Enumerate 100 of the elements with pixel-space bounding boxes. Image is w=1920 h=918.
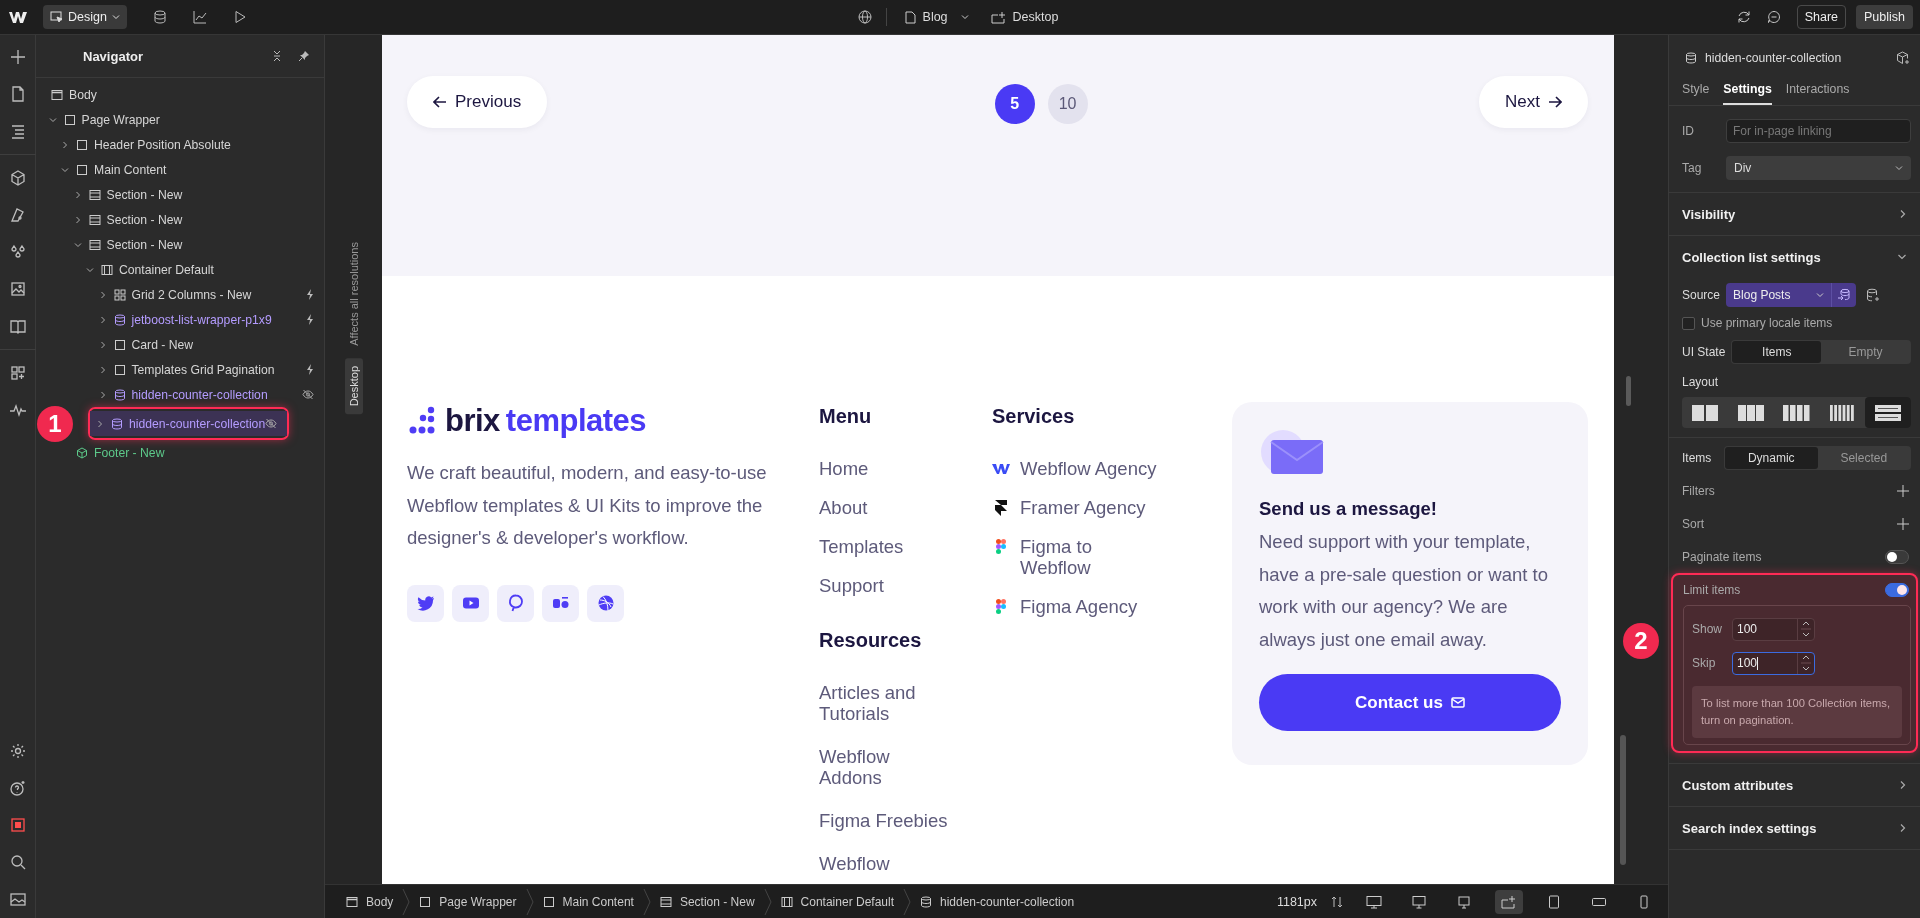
- show-field[interactable]: 100: [1732, 617, 1815, 641]
- chevron-right-icon[interactable]: [1899, 209, 1907, 219]
- footer-link[interactable]: Figma Agency: [1020, 596, 1165, 617]
- page-number[interactable]: 5: [994, 84, 1035, 124]
- breadcrumb[interactable]: Page Wrapper: [410, 894, 526, 909]
- social-link[interactable]: [497, 584, 534, 622]
- database-add-icon[interactable]: [1866, 287, 1881, 302]
- chevron-right-icon[interactable]: [61, 140, 69, 149]
- play-icon[interactable]: [232, 10, 247, 24]
- database-icon[interactable]: [152, 10, 167, 24]
- chevron-right-icon[interactable]: [98, 340, 107, 349]
- footer-link[interactable]: Home: [819, 458, 869, 479]
- navigator-item[interactable]: Page Wrapper: [42, 107, 324, 132]
- navigator-item[interactable]: jetboost-list-wrapper-p1x9: [92, 307, 324, 332]
- navigator-item[interactable]: Grid 2 Columns - New: [92, 282, 324, 307]
- segment-option[interactable]: Items: [1732, 340, 1822, 363]
- id-field[interactable]: For in-page linking: [1726, 118, 1911, 143]
- help-icon[interactable]: [8, 779, 27, 797]
- comment-icon[interactable]: [1766, 10, 1781, 24]
- navigator-item[interactable]: Templates Grid Pagination: [92, 357, 324, 382]
- chevron-right-icon[interactable]: [1899, 823, 1907, 833]
- navigator-item[interactable]: Card - New: [92, 332, 324, 357]
- add-icon[interactable]: [1897, 484, 1909, 497]
- navigator-item[interactable]: Header Position Absolute: [55, 132, 324, 157]
- stop-icon[interactable]: [8, 816, 27, 834]
- book-icon[interactable]: [8, 317, 27, 335]
- breadcrumb[interactable]: Container Default: [771, 894, 903, 909]
- chart-icon[interactable]: [192, 10, 207, 24]
- navigator-item[interactable]: Footer - New: [55, 440, 324, 465]
- footer-link[interactable]: Figma to Webflow: [1020, 536, 1165, 578]
- chevron-right-icon[interactable]: [96, 419, 104, 428]
- chevron-right-icon[interactable]: [1899, 780, 1907, 790]
- breadcrumb[interactable]: Body: [337, 894, 403, 909]
- chevron-down-icon[interactable]: [1897, 253, 1907, 261]
- navigator-item[interactable]: Section - New: [67, 207, 324, 232]
- footer-link[interactable]: Figma Freebies: [819, 810, 955, 831]
- next-button[interactable]: Next: [1479, 76, 1588, 128]
- chevron-down-icon[interactable]: [61, 165, 69, 174]
- resize-icon[interactable]: [1331, 895, 1343, 908]
- drops-icon[interactable]: [8, 243, 27, 261]
- section-header[interactable]: Collection list settings: [1669, 236, 1920, 278]
- panel-tab[interactable]: Style: [1682, 75, 1710, 105]
- mode-dropdown[interactable]: Design: [43, 5, 127, 29]
- share-button[interactable]: Share: [1796, 5, 1846, 29]
- page-selector[interactable]: Blog: [900, 10, 973, 24]
- navigator-item[interactable]: Section - New: [67, 232, 324, 257]
- footer-link[interactable]: Support: [819, 575, 884, 596]
- chevron-right-icon[interactable]: [98, 315, 107, 324]
- footer-link[interactable]: Framer Agency: [1020, 497, 1165, 518]
- cube-icon[interactable]: [1896, 51, 1910, 65]
- resize-handle[interactable]: [1626, 376, 1631, 406]
- chevron-down-icon[interactable]: [73, 240, 82, 249]
- search-icon[interactable]: [8, 853, 27, 871]
- chevron-right-icon[interactable]: [73, 190, 82, 199]
- image-icon[interactable]: [8, 280, 27, 298]
- layout-option[interactable]: [1865, 397, 1911, 428]
- panel-tab[interactable]: Interactions: [1785, 75, 1850, 105]
- page-number[interactable]: 10: [1047, 84, 1088, 124]
- navigator-item[interactable]: Main Content: [55, 157, 324, 182]
- logo-icon[interactable]: [9, 11, 27, 23]
- breakpoint-button[interactable]: [1495, 889, 1523, 914]
- segment-option[interactable]: Dynamic: [1725, 446, 1818, 469]
- collapse-icon[interactable]: [272, 50, 282, 62]
- footer-link[interactable]: Articles and Tutorials: [819, 682, 955, 724]
- contact-button[interactable]: Contact us: [1259, 674, 1561, 731]
- social-link[interactable]: [452, 584, 489, 622]
- publish-button[interactable]: Publish: [1856, 5, 1913, 29]
- add-icon[interactable]: [1897, 517, 1909, 530]
- checkbox[interactable]: [1682, 316, 1695, 330]
- skip-field[interactable]: 100: [1732, 651, 1815, 675]
- chevron-right-icon[interactable]: [73, 215, 82, 224]
- add-icon[interactable]: [8, 48, 27, 66]
- navigator-item[interactable]: hidden-counter-collection: [92, 382, 324, 407]
- navigator-item[interactable]: hidden-counter-collection: [90, 411, 287, 436]
- navigator-item[interactable]: Section - New: [67, 182, 324, 207]
- navigator-item[interactable]: Body: [36, 82, 324, 107]
- footer-link[interactable]: Webflow Agency: [1020, 458, 1165, 479]
- chevron-right-icon[interactable]: [98, 290, 107, 299]
- chevron-down-icon[interactable]: [86, 265, 94, 274]
- sync-icon[interactable]: [1736, 10, 1751, 24]
- breadcrumb[interactable]: Section - New: [650, 894, 764, 909]
- breadcrumb[interactable]: Main Content: [533, 894, 643, 909]
- footer-link[interactable]: Templates: [819, 536, 904, 557]
- breakpoint-tag[interactable]: Desktop: [344, 357, 363, 415]
- chevron-right-icon[interactable]: [98, 390, 107, 399]
- section-header[interactable]: Search index settings: [1669, 807, 1920, 850]
- tag-dropdown[interactable]: Div: [1726, 155, 1911, 180]
- section-header[interactable]: Custom attributes: [1669, 763, 1920, 807]
- footer-link[interactable]: Webflow: [819, 853, 955, 874]
- photo-icon[interactable]: [8, 890, 27, 908]
- source-link-button[interactable]: [1831, 282, 1857, 307]
- cube-icon[interactable]: [8, 169, 27, 187]
- segment-option[interactable]: Empty: [1821, 340, 1910, 363]
- footer-link[interactable]: About: [819, 497, 868, 518]
- segment-option[interactable]: Selected: [1817, 446, 1910, 469]
- toggle-switch[interactable]: [1885, 583, 1909, 597]
- breadcrumb[interactable]: hidden-counter-collection: [911, 894, 1084, 909]
- social-link[interactable]: [587, 584, 624, 622]
- social-link[interactable]: [407, 584, 444, 622]
- section-header[interactable]: Visibility: [1669, 193, 1920, 236]
